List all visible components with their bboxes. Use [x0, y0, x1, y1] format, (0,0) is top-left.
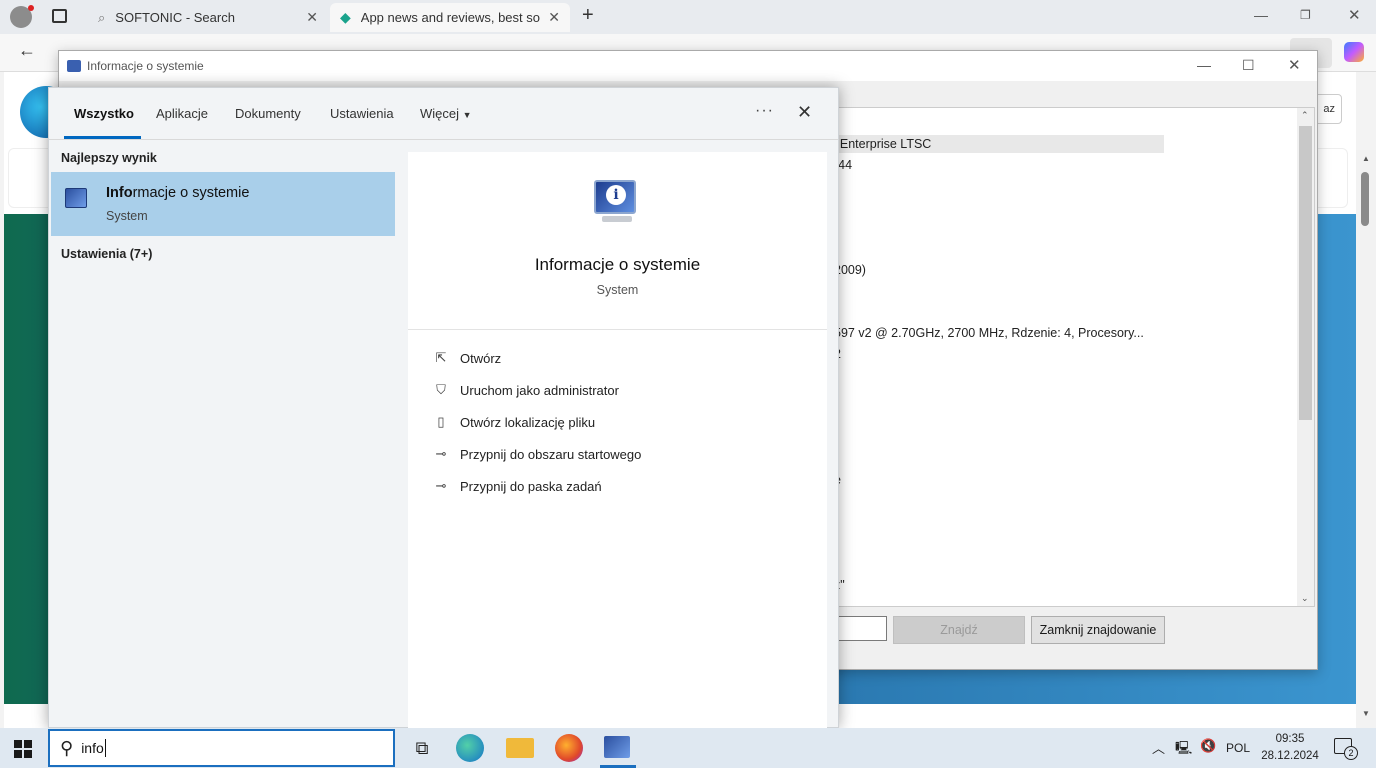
file-location-icon: ▯: [437, 414, 445, 429]
best-match-result[interactable]: Informacje o systemie System: [51, 172, 395, 236]
windows-start-icon[interactable]: [14, 740, 32, 758]
start-search-panel: Wszystko Aplikacje Dokumenty Ustawienia …: [48, 87, 839, 729]
sysinfo-close-icon[interactable]: ✕: [1288, 56, 1301, 74]
result-detail-pane: i Informacje o systemie System ⇱ Otwórz …: [408, 152, 827, 729]
tab-documents[interactable]: Dokumenty: [235, 106, 301, 121]
list-item[interactable]: ' Enterprise LTSC: [834, 135, 1164, 153]
ellipsis-icon[interactable]: ···: [755, 102, 774, 120]
search-filter-tabs: Wszystko Aplikacje Dokumenty Ustawienia …: [49, 88, 838, 140]
tab-app-news[interactable]: ◆ App news and reviews, best softw ✕: [330, 3, 570, 32]
search-icon: ⌕: [98, 9, 106, 25]
firefox-icon[interactable]: [555, 734, 583, 762]
scrollbar-thumb[interactable]: [1299, 126, 1312, 420]
pin-icon: ⊸: [435, 446, 447, 461]
task-view-icon[interactable]: ⧉: [408, 734, 436, 762]
sysinfo-details-list[interactable]: ' Enterprise LTSC )44 2009) 597 v2 @ 2.7…: [829, 107, 1315, 607]
back-arrow-icon[interactable]: ←: [18, 40, 36, 61]
action-pin-to-taskbar[interactable]: ⊸ Przypnij do paska zadań: [432, 478, 602, 494]
best-match-title-match: Info: [106, 185, 133, 201]
tab-more[interactable]: Więcej ▼: [420, 106, 472, 121]
close-tab-icon[interactable]: ✕: [306, 9, 318, 26]
settings-group-header[interactable]: Ustawienia (7+): [61, 247, 152, 261]
tab-title: SOFTONIC - Search: [115, 10, 235, 25]
best-match-header: Najlepszy wynik: [61, 151, 157, 165]
language-indicator[interactable]: POL: [1226, 741, 1250, 755]
find-button[interactable]: Znajdź: [893, 616, 1025, 644]
system-info-app-icon: [65, 188, 87, 208]
new-tab-button[interactable]: +: [582, 4, 594, 27]
tab-settings[interactable]: Ustawienia: [330, 106, 394, 121]
system-info-taskbar-icon[interactable]: [604, 736, 630, 758]
sysinfo-title: Informacje o systemie: [87, 59, 204, 73]
close-tab-icon[interactable]: ✕: [548, 9, 560, 26]
search-results-list: Najlepszy wynik Informacje o systemie Sy…: [49, 141, 407, 727]
list-item[interactable]: 597 v2 @ 2.70GHz, 2700 MHz, Rdzenie: 4, …: [834, 326, 1144, 340]
clock-time[interactable]: 09:35: [1262, 733, 1318, 745]
best-match-subtitle: System: [106, 209, 148, 223]
scroll-down-icon[interactable]: ▼: [1362, 709, 1370, 718]
tab-actions-icon[interactable]: [52, 9, 67, 23]
notification-count-badge: 2: [1344, 746, 1358, 760]
file-explorer-icon[interactable]: [506, 738, 534, 758]
sysinfo-maximize-icon[interactable]: ☐: [1242, 57, 1255, 74]
scroll-down-icon[interactable]: ⌄: [1301, 593, 1309, 604]
edge-taskbar-icon[interactable]: [456, 734, 484, 762]
page-scrollbar[interactable]: ▲ ▼: [1356, 150, 1376, 720]
tab-apps[interactable]: Aplikacje: [156, 106, 208, 121]
copilot-icon[interactable]: [1344, 42, 1364, 62]
restore-browser-icon[interactable]: ❐: [1300, 8, 1311, 22]
scroll-up-icon[interactable]: ▲: [1362, 154, 1370, 163]
detail-subtitle: System: [596, 283, 639, 297]
text-cursor: [104, 739, 106, 757]
chevron-up-icon[interactable]: ︿: [1152, 738, 1165, 757]
action-label: Przypnij do obszaru startowego: [460, 446, 642, 462]
divider: [408, 329, 827, 330]
action-run-as-admin[interactable]: ⛉ Uruchom jako administrator: [432, 382, 619, 398]
taskbar: ⚲ info ⧉ ︿ 🖳 🔇 POL 09:35 28.12.2024 2: [0, 728, 1376, 768]
action-label: Przypnij do paska zadań: [460, 478, 602, 494]
active-tab-indicator: [64, 136, 141, 139]
action-open-file-location[interactable]: ▯ Otwórz lokalizację pliku: [432, 414, 595, 430]
close-browser-icon[interactable]: ✕: [1348, 6, 1361, 24]
admin-shield-icon: ⛉: [436, 382, 446, 397]
system-info-large-icon: i: [594, 180, 638, 226]
taskbar-search-box[interactable]: ⚲ info: [48, 729, 395, 767]
scrollbar-thumb[interactable]: [1361, 172, 1369, 226]
action-label: Otwórz: [460, 350, 502, 366]
softonic-logo-icon: ◆: [340, 9, 351, 25]
close-search-icon[interactable]: ✕: [797, 102, 812, 123]
minimize-browser-icon[interactable]: —: [1254, 7, 1268, 23]
search-icon: ⚲: [60, 737, 74, 758]
tab-title: App news and reviews, best softw: [360, 10, 541, 25]
clock-date[interactable]: 28.12.2024: [1258, 750, 1322, 762]
sysinfo-scrollbar[interactable]: ⌃ ⌄: [1297, 108, 1314, 606]
scroll-up-icon[interactable]: ⌃: [1301, 110, 1309, 121]
chevron-down-icon: ▼: [462, 110, 472, 120]
action-pin-to-start[interactable]: ⊸ Przypnij do obszaru startowego: [432, 446, 642, 462]
tab-all[interactable]: Wszystko: [74, 106, 134, 121]
pin-icon: ⊸: [435, 478, 447, 493]
best-match-title: Informacje o systemie: [106, 185, 249, 201]
close-find-button[interactable]: Zamknij znajdowanie: [1031, 616, 1165, 644]
tab-softonic-search[interactable]: ⌕ SOFTONIC - Search ✕: [88, 3, 328, 32]
network-icon[interactable]: 🖳: [1175, 739, 1192, 761]
sysinfo-titlebar: Informacje o systemie — ☐ ✕: [59, 51, 1317, 81]
detail-title: Informacje o systemie: [534, 255, 701, 274]
sysinfo-app-icon: [67, 60, 81, 72]
search-input[interactable]: info: [81, 740, 104, 756]
open-icon: ⇱: [435, 350, 447, 365]
profile-notification-dot: [28, 5, 34, 11]
tab-more-label: Więcej: [420, 106, 460, 121]
tab-bar: ⌕ SOFTONIC - Search ✕ ◆ App news and rev…: [0, 0, 1376, 34]
action-open[interactable]: ⇱ Otwórz: [432, 350, 502, 366]
action-label: Uruchom jako administrator: [460, 382, 619, 398]
best-match-title-rest: rmacje o systemie: [132, 185, 250, 201]
volume-muted-icon[interactable]: 🔇: [1200, 738, 1216, 754]
sysinfo-minimize-icon[interactable]: —: [1197, 57, 1211, 73]
action-label: Otwórz lokalizację pliku: [460, 414, 596, 430]
